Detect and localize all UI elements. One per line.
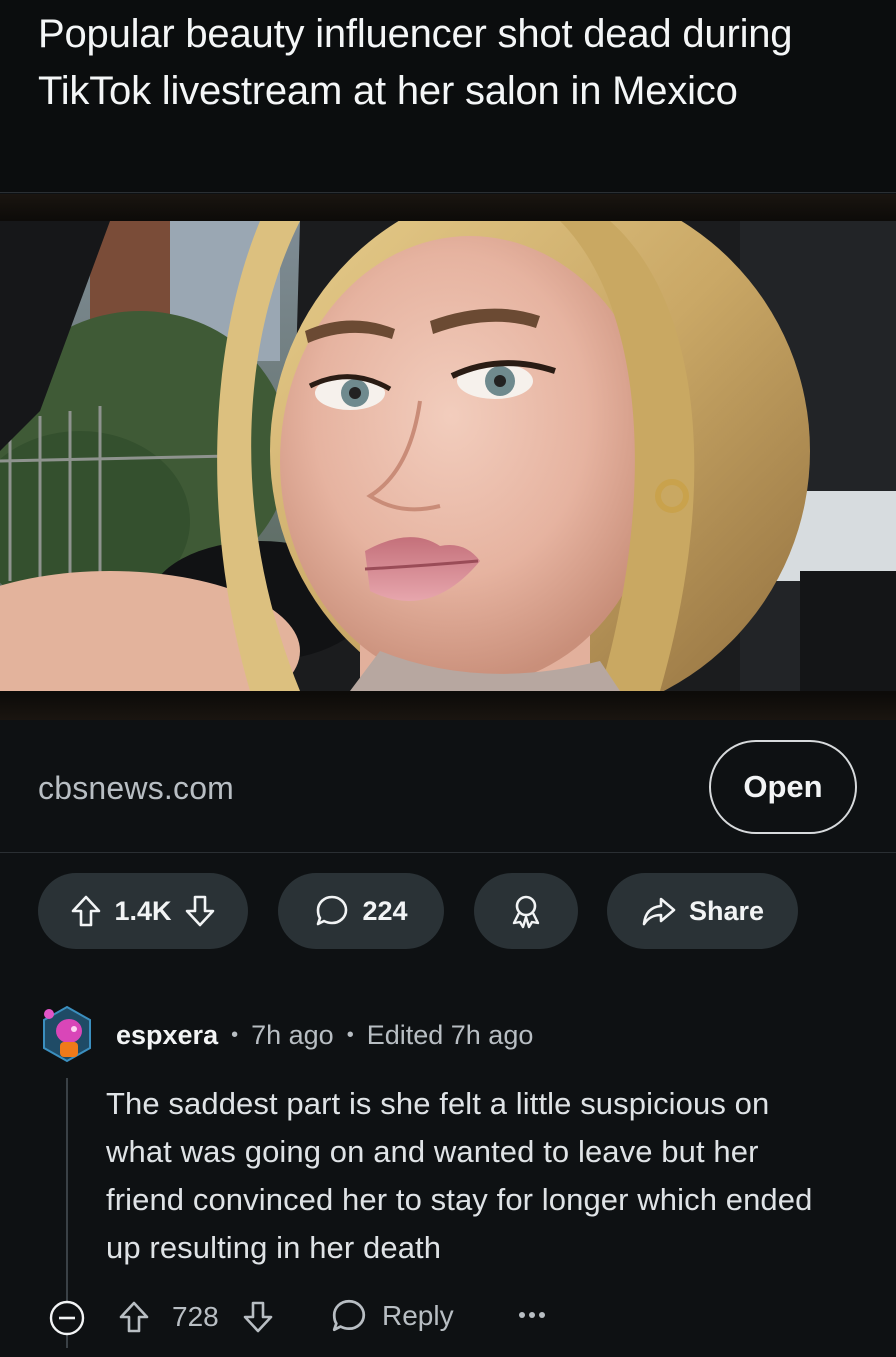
comment-count: 224	[362, 895, 408, 926]
avatar[interactable]	[41, 1005, 93, 1063]
speech-bubble-icon	[330, 1297, 368, 1335]
comment-body: The saddest part is she felt a little su…	[106, 1086, 813, 1265]
arrow-down-outline-icon[interactable]	[184, 894, 216, 928]
collapse-minus-circle-icon[interactable]	[48, 1299, 86, 1337]
comment-edited: Edited 7h ago	[366, 1020, 534, 1050]
comment-vote-count: 728	[172, 1301, 219, 1332]
link-domain[interactable]: cbsnews.com	[38, 770, 234, 807]
link-bar[interactable]: cbsnews.com Open	[0, 720, 896, 853]
post-thumbnail-image[interactable]	[0, 221, 896, 691]
share-arrow-icon	[641, 895, 677, 927]
comment-meta: espxera • 7h ago • Edited 7h ago	[116, 1020, 533, 1051]
more-horizontal-icon[interactable]	[518, 1311, 546, 1319]
speech-bubble-icon	[314, 893, 350, 929]
comment-action-bar: 728 Reply	[0, 1285, 896, 1349]
arrow-up-outline-icon[interactable]	[70, 894, 102, 928]
award-button[interactable]	[474, 873, 578, 949]
arrow-up-outline-icon[interactable]	[118, 1299, 150, 1335]
arrow-down-outline-icon[interactable]	[242, 1299, 274, 1335]
post-header: Popular beauty influencer shot dead duri…	[0, 0, 896, 193]
vote-pill: 1.4K	[38, 873, 248, 949]
comment: espxera • 7h ago • Edited 7h ago The sad…	[0, 1000, 896, 1357]
comments-button[interactable]: 224	[278, 873, 444, 949]
share-button[interactable]: Share	[607, 873, 798, 949]
separator-dot: •	[346, 1024, 354, 1046]
reply-label: Reply	[382, 1300, 454, 1331]
share-label: Share	[688, 895, 765, 926]
comment-time: 7h ago	[251, 1020, 334, 1050]
reply-button[interactable]: Reply	[330, 1297, 454, 1335]
post-title[interactable]: Popular beauty influencer shot dead duri…	[38, 6, 858, 120]
separator-dot: •	[231, 1024, 239, 1046]
portrait-photo	[0, 221, 896, 691]
post-action-bar: 1.4K 224 Share	[0, 873, 896, 951]
post-vote-count: 1.4K	[114, 895, 172, 926]
open-link-button[interactable]: Open	[709, 740, 857, 834]
award-ribbon-icon	[509, 893, 543, 929]
comment-author[interactable]: espxera	[116, 1020, 218, 1051]
post-media[interactable]	[0, 194, 896, 720]
